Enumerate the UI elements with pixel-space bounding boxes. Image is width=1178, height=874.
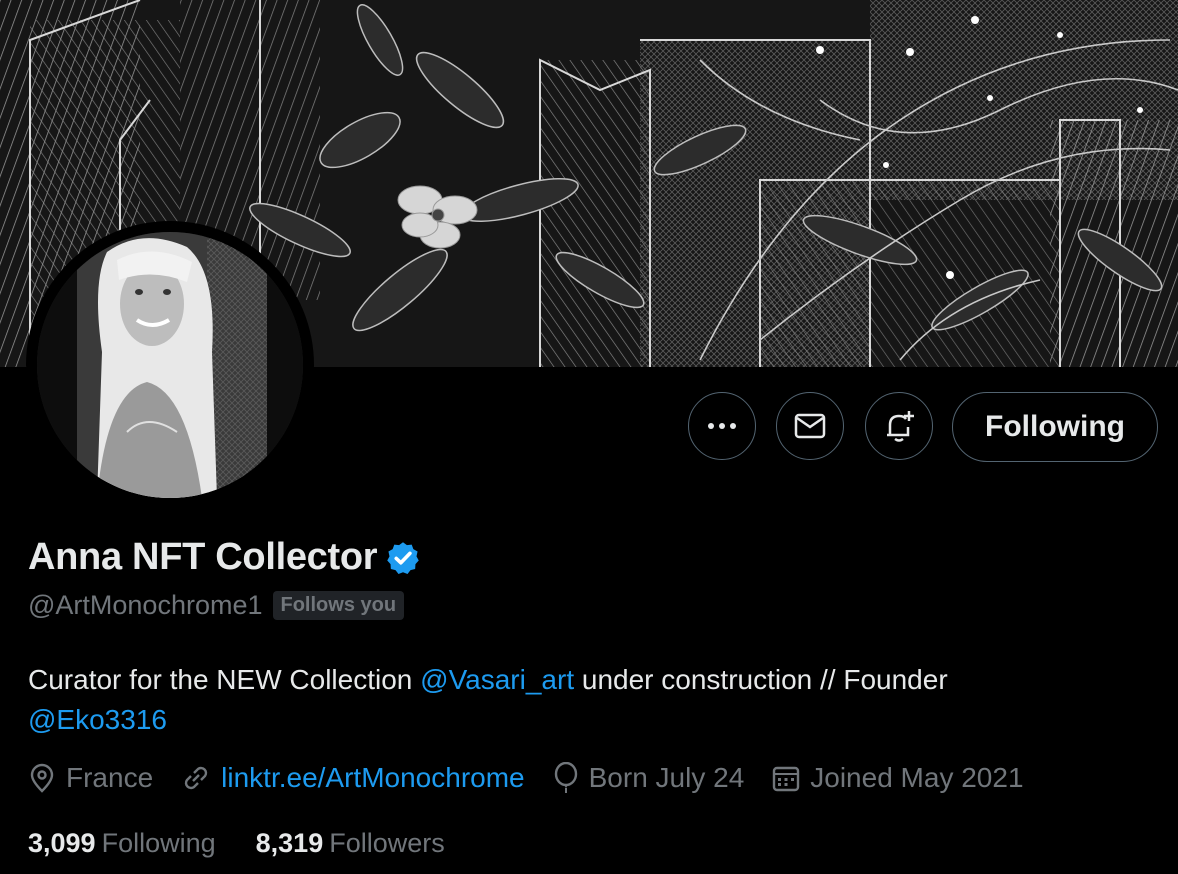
balloon-icon [554,762,577,793]
more-icon [708,423,736,429]
envelope-icon [794,413,826,439]
display-name: Anna NFT Collector [28,536,378,578]
joined-text: Joined May 2021 [810,762,1024,793]
calendar-icon [773,766,800,792]
following-count: 3,099 [28,828,96,858]
followers-label: Followers [329,828,445,858]
following-button[interactable]: Following [952,392,1158,462]
bio-text: Curator for the NEW Collection [28,664,421,695]
profile-actions: Following [0,392,1178,464]
message-button[interactable] [776,392,844,460]
follows-you-badge: Follows you [272,591,405,620]
bio-text: under construction // Founder [574,664,948,695]
bio-mention-vasari[interactable]: @Vasari_art [420,664,574,695]
followers-count: 8,319 [255,828,324,858]
follow-counts: 3,099 Following 8,319 Followers [28,828,485,859]
notifications-button[interactable] [865,392,933,460]
bio: Curator for the NEW Collection @Vasari_a… [28,660,1128,740]
link-icon [184,766,208,790]
bio-mention-eko[interactable]: @Eko3316 [28,704,167,735]
bell-plus-icon [887,411,914,442]
followers-count-link[interactable]: 8,319 Followers [256,828,445,859]
name-row: Anna NFT Collector [28,536,421,579]
website: linktr.ee/ArtMonochrome [181,762,525,794]
username: @ArtMonochrome1 [28,590,263,620]
location: France [28,762,153,794]
more-button[interactable] [688,392,756,460]
location-text: France [66,762,154,793]
joined-date: Joined May 2021 [772,762,1024,794]
following-count-link[interactable]: 3,099 Following [28,828,216,859]
birthday-text: Born July 24 [588,762,745,793]
following-label: Following [101,828,216,858]
location-pin-icon [30,763,54,793]
handle-row: @ArtMonochrome1 Follows you [28,590,405,621]
birthday: Born July 24 [553,762,745,794]
verified-badge-icon[interactable] [385,540,421,576]
profile-meta: France linktr.ee/ArtMonochrome Born July… [28,762,1052,794]
website-link[interactable]: linktr.ee/ArtMonochrome [221,762,524,794]
